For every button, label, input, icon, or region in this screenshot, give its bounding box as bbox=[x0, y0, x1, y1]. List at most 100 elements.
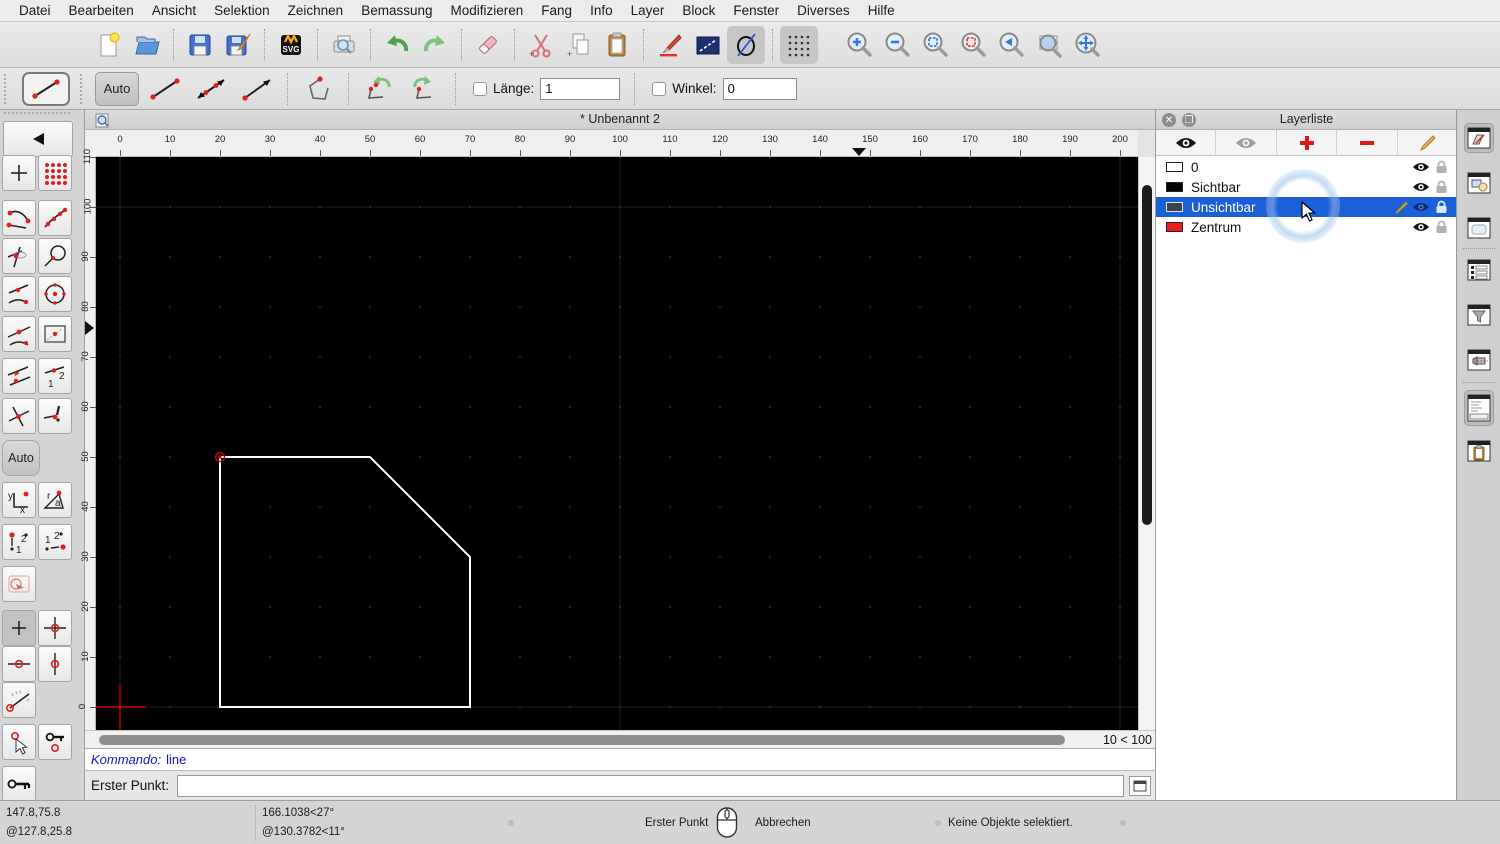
zoom-in-button[interactable] bbox=[840, 26, 878, 64]
menu-item[interactable]: Bemassung bbox=[352, 3, 441, 18]
draft-mode-button[interactable] bbox=[727, 25, 765, 64]
snap-free-button[interactable] bbox=[2, 155, 36, 191]
menu-item[interactable]: Hilfe bbox=[859, 3, 904, 18]
block-list-dock-button[interactable] bbox=[1464, 168, 1494, 198]
restrict-angle-button[interactable] bbox=[2, 682, 36, 718]
horizontal-scrollbar-thumb[interactable] bbox=[99, 735, 1065, 745]
restrict-horizontal-button[interactable] bbox=[2, 646, 36, 682]
snap-reference-button[interactable] bbox=[38, 316, 72, 352]
restrict-ortho-button[interactable] bbox=[2, 566, 36, 602]
save-button[interactable] bbox=[181, 26, 219, 64]
undo-segment-button[interactable] bbox=[356, 72, 402, 106]
zoom-previous-button[interactable] bbox=[992, 26, 1030, 64]
layer-row[interactable]: 0 bbox=[1156, 157, 1457, 177]
zoom-window-button[interactable] bbox=[1030, 26, 1068, 64]
layer-lock-toggle[interactable] bbox=[1431, 220, 1451, 234]
toolbar-grip[interactable] bbox=[4, 73, 12, 104]
coordinate-polar-button[interactable]: ra bbox=[38, 482, 72, 518]
snap-center-button[interactable] bbox=[38, 276, 72, 312]
line-both-directions-button[interactable] bbox=[188, 72, 234, 106]
layer-visibility-toggle[interactable] bbox=[1411, 181, 1431, 193]
snap-tangential-button[interactable] bbox=[38, 238, 72, 274]
zoom-auto-button[interactable] bbox=[916, 26, 954, 64]
vertical-scrollbar[interactable] bbox=[1138, 157, 1155, 730]
layer-lock-toggle[interactable] bbox=[1431, 200, 1451, 214]
snap-perpendicular-button[interactable] bbox=[2, 238, 36, 274]
svg-export-button[interactable]: SVG bbox=[272, 26, 310, 64]
layer-visibility-toggle[interactable] bbox=[1411, 201, 1431, 213]
layer-visibility-toggle[interactable] bbox=[1411, 221, 1431, 233]
layer-list-dock-button[interactable] bbox=[1464, 123, 1494, 153]
lock-relative-zero-button[interactable] bbox=[38, 724, 72, 760]
layer-row[interactable]: Sichtbar bbox=[1156, 177, 1457, 197]
snap-parallel-button[interactable] bbox=[2, 358, 36, 394]
snap-distance-button[interactable]: 12 bbox=[38, 358, 72, 394]
layer-edit-icon-button[interactable] bbox=[1391, 200, 1411, 214]
pattern-viewer-dock-button[interactable] bbox=[1464, 345, 1494, 375]
redo-segment-button[interactable] bbox=[402, 72, 448, 106]
redo-button[interactable] bbox=[416, 26, 454, 64]
layer-row-selected[interactable]: Unsichtbar bbox=[1156, 197, 1457, 217]
back-button[interactable] bbox=[3, 121, 73, 157]
menu-item[interactable]: Selektion bbox=[205, 3, 279, 18]
snap-on-entity-button[interactable] bbox=[38, 200, 72, 236]
relative-cartesian-button[interactable]: 12 bbox=[2, 524, 36, 560]
zoom-out-button[interactable] bbox=[878, 26, 916, 64]
polyline-button[interactable] bbox=[295, 72, 341, 106]
angle-input[interactable] bbox=[722, 77, 797, 100]
undo-button[interactable] bbox=[378, 26, 416, 64]
key-button[interactable] bbox=[2, 766, 36, 802]
ray-button[interactable] bbox=[234, 72, 280, 106]
relative-polar-button[interactable]: 12 bbox=[38, 524, 72, 560]
horizontal-scrollbar[interactable]: 10 < 100 bbox=[85, 730, 1155, 748]
library-browser-dock-button[interactable] bbox=[1464, 213, 1494, 243]
zoom-pan-button[interactable] bbox=[1068, 26, 1106, 64]
layer-panel-titlebar[interactable]: ✕ ❐ Layerliste bbox=[1156, 110, 1457, 130]
snap-middle-button[interactable] bbox=[2, 316, 36, 352]
layer-lock-toggle[interactable] bbox=[1431, 160, 1451, 174]
menu-item[interactable]: Fenster bbox=[724, 3, 788, 18]
length-input[interactable] bbox=[540, 77, 621, 100]
layer-lock-toggle[interactable] bbox=[1431, 180, 1451, 194]
menu-item[interactable]: Block bbox=[673, 3, 724, 18]
menu-item[interactable]: Zeichnen bbox=[279, 3, 353, 18]
angle-checkbox[interactable] bbox=[652, 81, 667, 96]
restrict-off-button[interactable] bbox=[2, 610, 36, 646]
set-relative-zero-button[interactable] bbox=[2, 724, 36, 760]
length-checkbox[interactable] bbox=[473, 81, 487, 96]
command-window-toggle-button[interactable] bbox=[1129, 775, 1151, 796]
document-titlebar[interactable]: * Unbenannt 2 bbox=[85, 110, 1155, 130]
save-as-button[interactable] bbox=[219, 26, 257, 64]
draw-pencil-button[interactable] bbox=[651, 26, 689, 64]
restrict-vertical-button[interactable] bbox=[38, 646, 72, 682]
selection-filter-dock-button[interactable] bbox=[1464, 300, 1494, 330]
coordinate-cartesian-button[interactable]: yx bbox=[2, 482, 36, 518]
layer-row[interactable]: Zentrum bbox=[1156, 217, 1457, 237]
palette-grip[interactable] bbox=[4, 112, 70, 114]
dimension-rect-button[interactable] bbox=[689, 26, 727, 64]
menu-item[interactable]: Bearbeiten bbox=[60, 3, 143, 18]
snap-intersection-manual-button[interactable] bbox=[38, 398, 72, 434]
hide-all-layers-button[interactable] bbox=[1216, 130, 1277, 155]
menu-item[interactable]: Ansicht bbox=[143, 3, 205, 18]
property-editor-dock-button[interactable] bbox=[1464, 255, 1494, 285]
paste-button[interactable] bbox=[598, 26, 636, 64]
cut-button[interactable]: + bbox=[522, 26, 560, 64]
grid-toggle-button[interactable] bbox=[780, 25, 818, 64]
auto-mode-button[interactable]: Auto bbox=[95, 71, 139, 106]
drawing-canvas[interactable] bbox=[96, 156, 1138, 730]
menu-item[interactable]: Layer bbox=[622, 3, 674, 18]
show-all-layers-button[interactable] bbox=[1156, 130, 1217, 155]
snap-intersection-button[interactable] bbox=[2, 398, 36, 434]
print-preview-button[interactable] bbox=[325, 26, 363, 64]
menu-item[interactable]: Info bbox=[581, 3, 622, 18]
snap-endpoints-button[interactable] bbox=[2, 200, 36, 236]
menu-item[interactable]: Modifizieren bbox=[442, 3, 533, 18]
vertical-scrollbar-thumb[interactable] bbox=[1142, 185, 1152, 525]
menu-item[interactable]: Datei bbox=[10, 3, 60, 18]
open-file-button[interactable] bbox=[128, 26, 166, 64]
line-segment-button[interactable] bbox=[142, 72, 188, 106]
erase-button[interactable] bbox=[469, 26, 507, 64]
zoom-selection-button[interactable] bbox=[954, 26, 992, 64]
menu-item[interactable]: Diverses bbox=[788, 3, 859, 18]
